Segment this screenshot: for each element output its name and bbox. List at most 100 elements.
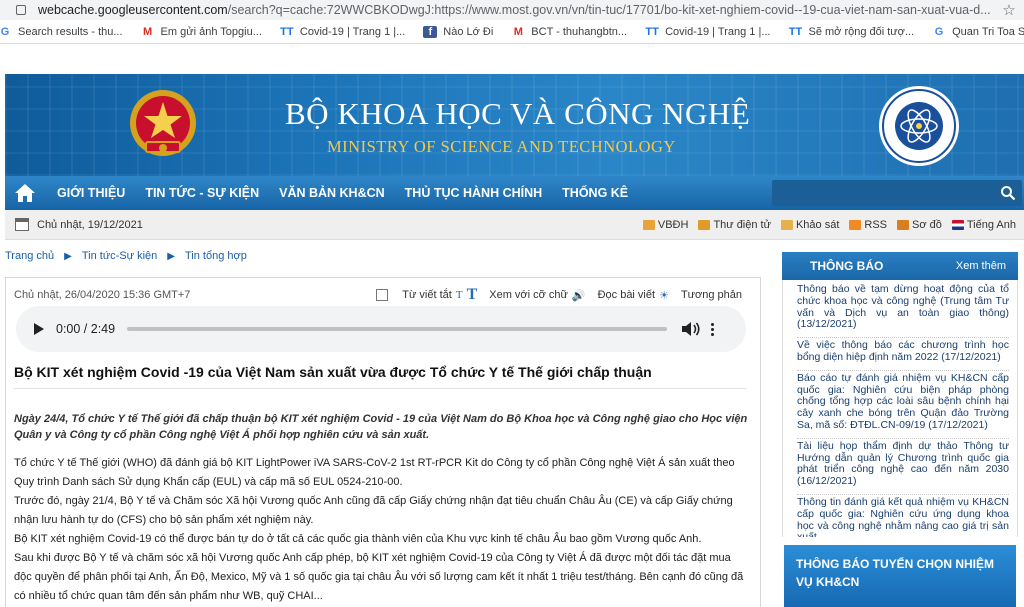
announcement-item[interactable]: Về việc thông báo các chương trình học b… bbox=[797, 338, 1009, 371]
breadcrumb-home[interactable]: Trang chủ bbox=[5, 250, 54, 262]
lock-icon bbox=[16, 5, 26, 15]
speaker-icon: 🔊 bbox=[571, 289, 586, 302]
bookmark-label: Covid-19 | Trang 1 |... bbox=[299, 25, 406, 38]
abbrev-button[interactable]: Từ viết tắt T T bbox=[376, 286, 477, 304]
uk-flag-icon bbox=[951, 220, 964, 230]
nav-item-tin-tuc[interactable]: TIN TỨC - SỰ KIỆN bbox=[135, 186, 269, 200]
calendar-icon bbox=[15, 218, 29, 231]
article-paragraph: Bộ KIT xét nghiệm Covid-19 có thể được b… bbox=[14, 533, 702, 545]
announcement-item[interactable]: Thông báo về tạm dừng hoạt động của tổ c… bbox=[797, 282, 1009, 339]
bookmarks-bar: G Search results - thu... M Em gửi ảnh Topg… bbox=[0, 20, 1024, 44]
sitemap-link[interactable]: Sơ đồ bbox=[897, 219, 942, 231]
address-bar[interactable]: webcache.googleusercontent.com/search?q=… bbox=[0, 0, 1024, 20]
site-banner: BỘ KHOA HỌC VÀ CÔNG NGHỆ MINISTRY OF SCI… bbox=[5, 74, 1024, 176]
facebook-icon: f bbox=[423, 25, 438, 38]
search-input[interactable] bbox=[772, 180, 1022, 206]
bookmark-label: Search results - thu... bbox=[18, 25, 123, 38]
article-date: Chủ nhật, 26/04/2020 15:36 GMT+7 bbox=[14, 289, 191, 301]
bookmark-item[interactable]: M Em gửi ảnh Topgiu... bbox=[141, 26, 262, 38]
read-article-label: Đọc bài viết bbox=[597, 289, 656, 301]
bookmark-star-icon[interactable]: ☆ bbox=[994, 1, 1024, 19]
font-size-button[interactable]: Xem với cỡ chữ 🔊 bbox=[489, 289, 585, 302]
more-options-icon[interactable] bbox=[711, 322, 715, 336]
sidebar-heading: THÔNG BÁO bbox=[810, 259, 884, 273]
breadcrumb: Trang chủ ▶ Tin tức-Sự kiện ▶ Tin tổng h… bbox=[5, 250, 247, 262]
announcement-item[interactable]: Thông tin đánh giá kết quả nhiệm vụ KH&C… bbox=[797, 495, 1009, 537]
bookmark-item[interactable]: G Search results - thu... bbox=[0, 26, 123, 38]
tt-icon: TT bbox=[788, 25, 803, 38]
breadcrumb-general[interactable]: Tin tổng hợp bbox=[185, 250, 247, 262]
home-button[interactable] bbox=[5, 176, 45, 210]
article-tools: Từ viết tắt T T Xem với cỡ chữ 🔊 Đọc bài… bbox=[364, 286, 742, 304]
utility-links: VBĐH Thư điện tử Khảo sát RSS Sơ đồ Tiến… bbox=[642, 210, 1016, 240]
text-large-icon[interactable]: T bbox=[467, 286, 478, 304]
bookmark-item[interactable]: M BCT - thuhangbtn... bbox=[511, 26, 627, 38]
home-icon bbox=[15, 184, 35, 202]
announcement-list: Thông báo về tạm dừng hoạt động của tổ c… bbox=[782, 280, 1018, 537]
announcement-item[interactable]: Tài liệu họp thẩm định dự thảo Thông tư … bbox=[797, 439, 1009, 495]
contrast-label: Tương phản bbox=[680, 289, 742, 301]
read-article-button[interactable]: Đọc bài viết ☀ bbox=[598, 289, 669, 302]
bookmark-item[interactable]: TT Sẽ mở rộng đối tượ... bbox=[788, 25, 914, 38]
site-subtitle: MINISTRY OF SCIENCE AND TECHNOLOGY bbox=[327, 137, 676, 156]
volume-icon[interactable] bbox=[681, 321, 701, 337]
audio-player: 0:00 / 2:49 bbox=[16, 306, 746, 352]
mail-icon bbox=[698, 220, 711, 230]
vbdh-link[interactable]: VBĐH bbox=[642, 219, 689, 231]
announcement-item[interactable]: Báo cáo tự đánh giá nhiệm vụ KH&CN cấp q… bbox=[797, 371, 1009, 439]
article-lead: Ngày 24/4, Tổ chức Y tế Thế giới đã chấp… bbox=[14, 413, 748, 441]
tt-icon: TT bbox=[280, 25, 294, 38]
article-body: Tổ chức Y tế Thế giới (WHO) đã đánh giá … bbox=[14, 454, 750, 606]
nav-item-gioi-thieu[interactable]: GIỚI THIỆU bbox=[45, 186, 135, 200]
date-bar: Chủ nhật, 19/12/2021 VBĐH Thư điện tử Kh… bbox=[5, 210, 1024, 240]
selection-announcement-banner[interactable]: THÔNG BÁO TUYỂN CHỌN NHIỆM VỤ KH&CN bbox=[784, 545, 1016, 607]
abbrev-label: Từ viết tắt bbox=[402, 289, 452, 301]
sun-icon: ☀ bbox=[659, 289, 669, 302]
rss-icon bbox=[849, 220, 862, 230]
chevron-right-icon: ▶ bbox=[167, 250, 175, 262]
email-link[interactable]: Thư điện tử bbox=[698, 219, 771, 231]
nav-item-thong-ke[interactable]: THỐNG KÊ bbox=[552, 186, 638, 200]
nav-item-thu-tuc[interactable]: THỦ TỤC HÀNH CHÍNH bbox=[395, 186, 553, 200]
audio-time: 0:00 / 2:49 bbox=[56, 322, 116, 336]
site-title: BỘ KHOA HỌC VÀ CÔNG NGHỆ bbox=[285, 96, 751, 131]
sidebar-header: THÔNG BÁO Xem thêm bbox=[782, 252, 1018, 280]
see-more-link[interactable]: Xem thêm bbox=[956, 260, 1006, 272]
ministry-logo-icon bbox=[879, 86, 959, 166]
play-icon[interactable] bbox=[34, 323, 44, 335]
google-icon: G bbox=[0, 25, 10, 38]
sitemap-icon bbox=[897, 220, 910, 230]
url-path: /search?q=cache:72WWCBKODwgJ:https://www… bbox=[227, 3, 991, 17]
folder-icon bbox=[642, 220, 655, 230]
nav-item-van-ban[interactable]: VĂN BẢN KH&CN bbox=[269, 186, 395, 200]
url-text[interactable]: webcache.googleusercontent.com/search?q=… bbox=[38, 3, 994, 17]
survey-label: Khảo sát bbox=[795, 219, 840, 231]
gmail-icon: M bbox=[513, 25, 523, 38]
search-icon[interactable] bbox=[1000, 185, 1016, 201]
rss-link[interactable]: RSS bbox=[849, 219, 887, 231]
english-link[interactable]: Tiếng Anh bbox=[951, 219, 1016, 231]
article-paragraph: Trước đó, ngày 21/4, Bộ Y tế và Chăm sóc… bbox=[14, 495, 733, 526]
rss-label: RSS bbox=[864, 219, 888, 231]
survey-link[interactable]: Khảo sát bbox=[780, 219, 840, 231]
text-small-icon[interactable]: T bbox=[456, 289, 463, 301]
bookmark-item[interactable]: G Quan Tri Toa Soan -... bbox=[932, 26, 1024, 38]
audio-seek-bar[interactable] bbox=[127, 327, 668, 331]
bookmark-label: BCT - thuhangbtn... bbox=[531, 25, 628, 38]
bookmark-label: Em gửi ảnh Topgiu... bbox=[160, 25, 262, 38]
bookmark-item[interactable]: f Nào Lớ Đi bbox=[423, 25, 493, 38]
breadcrumb-news[interactable]: Tin tức-Sự kiện bbox=[82, 250, 157, 262]
bookmark-label: Quan Tri Toa Soan -... bbox=[952, 25, 1024, 38]
checkbox-icon bbox=[780, 220, 793, 230]
bookmark-item[interactable]: TT Covid-19 | Trang 1 |... bbox=[645, 26, 770, 38]
vbdh-label: VBĐH bbox=[657, 219, 689, 231]
contrast-button[interactable]: Tương phản bbox=[681, 289, 742, 301]
bookmark-label: Covid-19 | Trang 1 |... bbox=[665, 25, 771, 38]
email-label: Thư điện tử bbox=[713, 219, 771, 231]
bookmark-item[interactable]: TT Covid-19 | Trang 1 |... bbox=[280, 26, 405, 38]
google-icon: G bbox=[934, 25, 944, 38]
chevron-right-icon: ▶ bbox=[64, 250, 72, 262]
sitemap-label: Sơ đồ bbox=[912, 219, 942, 231]
article-paragraph: Tổ chức Y tế Thế giới (WHO) đã đánh giá … bbox=[14, 457, 735, 488]
article-paragraph: Sau khi được Bộ Y tế và chăm sóc xã hội … bbox=[14, 552, 744, 602]
